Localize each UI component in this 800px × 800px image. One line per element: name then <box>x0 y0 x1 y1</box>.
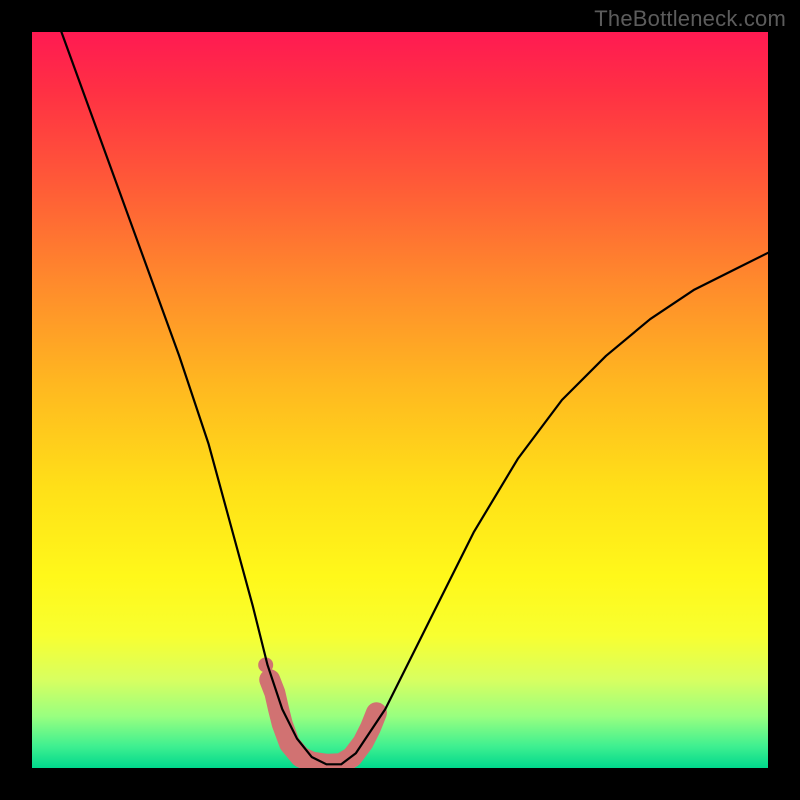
chart-frame: TheBottleneck.com <box>0 0 800 800</box>
chart-svg <box>32 32 768 768</box>
plot-area <box>32 32 768 768</box>
watermark-text: TheBottleneck.com <box>594 6 786 32</box>
bottleneck-curve <box>61 32 768 764</box>
